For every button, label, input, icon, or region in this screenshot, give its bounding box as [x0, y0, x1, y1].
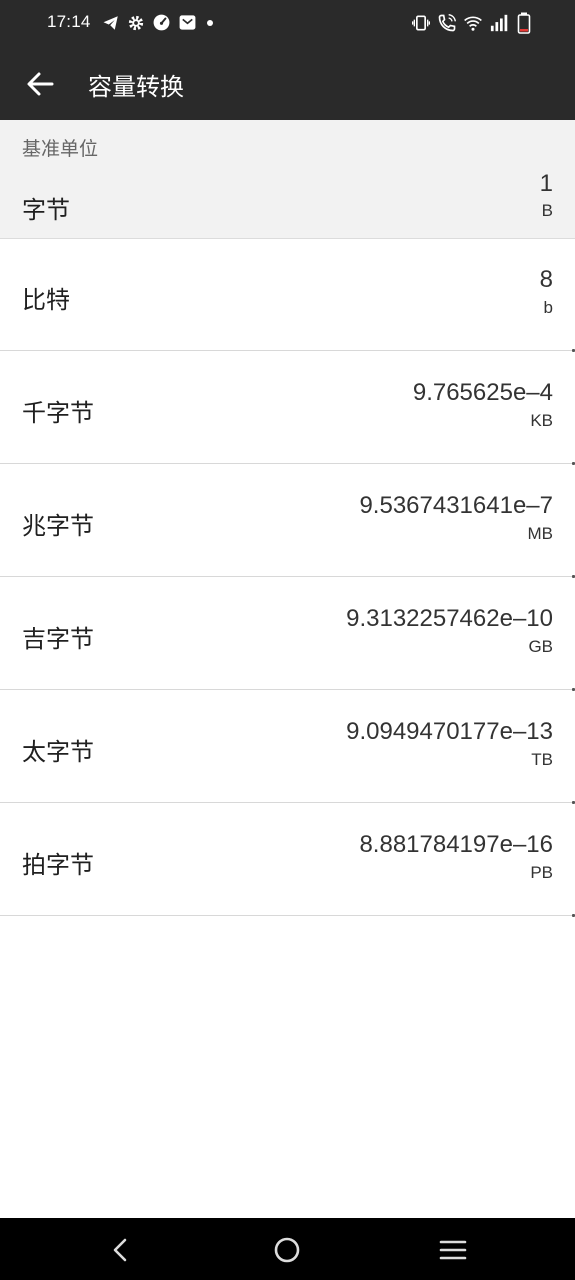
unit-symbol: GB	[528, 637, 553, 656]
unit-row-terabyte[interactable]: 太字节 9.0949470177e–13 TB	[0, 690, 575, 804]
signal-icon	[490, 14, 508, 32]
unit-symbol: MB	[527, 524, 554, 543]
unit-name: 千字节	[22, 399, 94, 427]
app-bar: 容量转换	[0, 48, 575, 120]
battery-icon	[517, 12, 531, 34]
status-time: 17:14	[47, 12, 91, 31]
base-unit-label: 基准单位	[22, 138, 99, 160]
page-title: 容量转换	[88, 73, 184, 101]
speed-icon	[153, 14, 170, 31]
unit-value: 9.765625e–4	[412, 379, 553, 406]
unit-name: 兆字节	[22, 512, 94, 540]
unit-row-megabyte[interactable]: 兆字节 9.5367431641e–7 MB	[0, 464, 575, 578]
unit-symbol: b	[543, 298, 553, 317]
unit-row-kilobyte[interactable]: 千字节 9.765625e–4 KB	[0, 351, 575, 465]
unit-symbol: TB	[531, 750, 553, 769]
unit-value: 8.881784197e–16	[359, 831, 553, 858]
back-arrow-icon[interactable]	[24, 68, 56, 100]
unit-value: 9.5367431641e–7	[359, 492, 553, 519]
unit-row-petabyte[interactable]: 拍字节 8.881784197e–16 PB	[0, 803, 575, 917]
base-unit-section[interactable]: 基准单位 字节 1 B	[0, 120, 575, 239]
system-nav-bar	[0, 1218, 575, 1280]
recents-nav-icon[interactable]	[437, 1234, 469, 1266]
unit-name: 比特	[22, 286, 70, 314]
unit-symbol: PB	[530, 863, 553, 882]
unit-symbol: KB	[530, 411, 553, 430]
unit-row-gigabyte[interactable]: 吉字节 9.3132257462e–10 GB	[0, 577, 575, 691]
mail-icon	[179, 15, 196, 30]
wifi-icon	[464, 16, 482, 31]
base-unit-name: 字节	[22, 196, 70, 224]
back-nav-icon[interactable]	[105, 1234, 137, 1266]
status-right-icons	[411, 12, 531, 34]
status-left-icons	[102, 13, 216, 32]
unit-name: 太字节	[22, 738, 94, 766]
home-nav-icon[interactable]	[271, 1234, 303, 1266]
wifi-calling-icon	[438, 14, 456, 32]
base-unit-symbol: B	[541, 201, 553, 220]
unit-name: 拍字节	[22, 851, 94, 879]
unit-row-bit[interactable]: 比特 8 b	[0, 238, 575, 352]
vibrate-icon	[412, 15, 430, 31]
unit-name: 吉字节	[22, 625, 94, 653]
telegram-icon	[103, 15, 118, 30]
dot-icon	[207, 19, 213, 26]
status-bar: 17:14	[0, 0, 575, 48]
unit-value: 9.0949470177e–13	[346, 718, 553, 745]
battery-fill	[520, 29, 528, 32]
unit-value: 8	[539, 266, 553, 293]
unit-value: 9.3132257462e–10	[346, 605, 553, 632]
gear-icon	[128, 15, 144, 30]
unit-list: 比特 8 b 千字节 9.765625e–4 KB 兆字节 9.53674316…	[0, 238, 575, 917]
base-unit-value: 1	[539, 170, 553, 197]
